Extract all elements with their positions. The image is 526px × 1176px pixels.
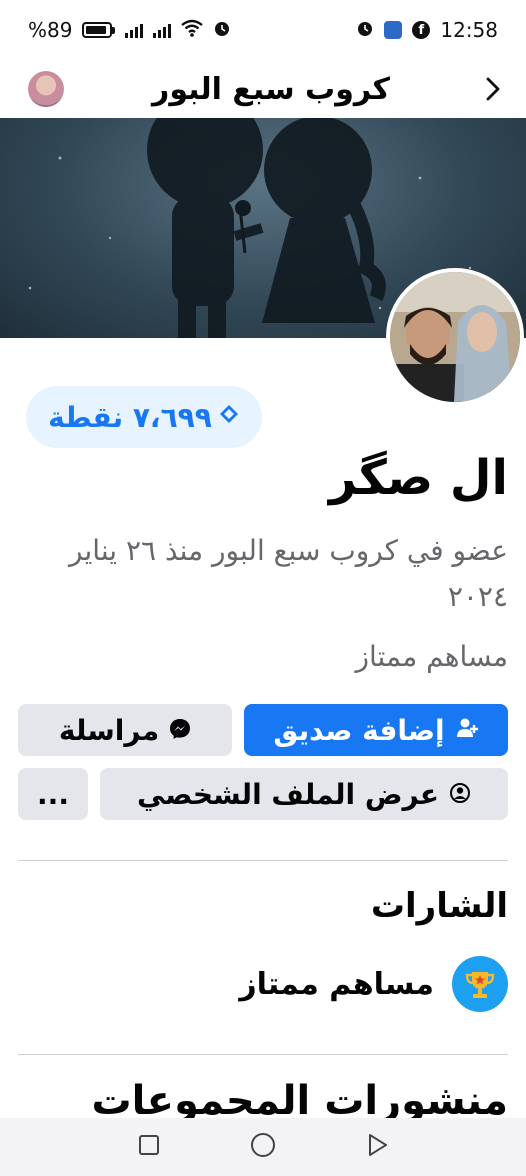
recent-apps-button[interactable] [138,1134,160,1160]
alarm-icon-2 [356,19,374,41]
home-button[interactable] [250,1132,276,1162]
user-avatar[interactable] [28,71,64,107]
view-profile-button[interactable]: عرض الملف الشخصي [100,768,508,820]
divider-2 [18,1054,508,1055]
trophy-icon [452,956,508,1012]
alarm-icon [213,19,231,41]
member-role: مساهم ممتاز [355,640,509,673]
add-friend-label: إضافة صديق [273,713,445,747]
more-options-button[interactable]: ... [18,768,88,820]
battery-icon [82,22,116,38]
badge-label: مساهم ممتاز [239,966,434,1002]
wifi-icon [181,19,204,41]
clock: 12:58 [440,18,498,42]
more-label: ... [37,777,69,811]
chevron-right-icon [486,77,500,101]
member-since: عضو في كروب سبع البور منذ ٢٦ يناير ٢٠٢٤ [69,534,508,613]
badge-item[interactable]: مساهم ممتاز [239,956,508,1012]
message-label: مراسلة [58,713,160,747]
back-nav-button[interactable] [366,1133,388,1161]
system-nav-bar [0,1118,526,1176]
add-friend-icon [455,714,479,747]
profile-photo-image [390,272,520,402]
battery-percent: %89 [28,18,73,42]
group-header: كروب سبع البور [0,60,526,118]
profile-picture[interactable] [386,268,524,406]
group-title: كروب سبع البور [152,71,390,107]
messenger-icon [169,714,191,747]
profile-circle-icon [449,778,471,811]
facebook-notification-icon: f [412,21,431,39]
divider [18,860,508,861]
profile-name: ال صگر [329,450,508,506]
points-text: ٧،٦٩٩ نقطة [48,400,212,434]
points-badge[interactable]: ٧،٦٩٩ نقطة [26,386,262,448]
back-button[interactable] [478,71,508,107]
add-friend-button[interactable]: إضافة صديق [244,704,508,756]
view-profile-label: عرض الملف الشخصي [136,777,440,811]
app-notification-icon [384,21,403,39]
status-left: %89 [28,18,231,42]
signal-icon [125,22,144,38]
status-bar: %89 f 12:58 [0,0,526,60]
message-button[interactable]: مراسلة [18,704,232,756]
badges-title: الشارات [370,886,508,926]
diamond-icon [218,403,240,431]
signal-icon-2 [153,22,172,38]
status-right: f 12:58 [356,18,498,42]
